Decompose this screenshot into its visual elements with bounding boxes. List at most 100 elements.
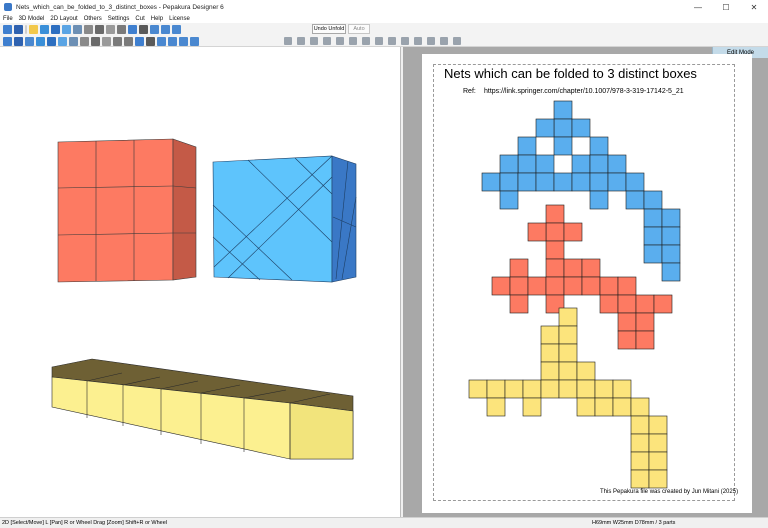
align-left-icon[interactable] (284, 37, 292, 45)
yellow-net-face[interactable] (522, 379, 542, 399)
ungroup-icon[interactable] (427, 37, 435, 45)
arrange-icon[interactable] (146, 37, 155, 46)
blue-net-face[interactable] (589, 172, 609, 192)
auto-button[interactable]: Auto (348, 24, 370, 34)
yellow-net-face[interactable] (558, 325, 578, 345)
close-button[interactable]: ✕ (740, 0, 768, 14)
yellow-net-face[interactable] (648, 415, 668, 435)
align-center-icon[interactable] (297, 37, 305, 45)
menu-2d-layout[interactable]: 2D Layout (50, 16, 77, 22)
blue-net-face[interactable] (553, 100, 573, 120)
blue-net-face[interactable] (553, 172, 573, 192)
cube-icon[interactable] (51, 25, 60, 34)
frame-icon[interactable] (172, 25, 181, 34)
align-middle-icon[interactable] (336, 37, 344, 45)
yellow-net-face[interactable] (594, 379, 614, 399)
flap-icon[interactable] (91, 37, 100, 46)
blue-net-face[interactable] (661, 226, 681, 246)
red-net-face[interactable] (527, 222, 547, 242)
blue-net-face[interactable] (661, 262, 681, 282)
blue-net[interactable] (481, 100, 681, 282)
blue-net-face[interactable] (661, 208, 681, 228)
yellow-net-face[interactable] (486, 379, 506, 399)
red-net-face[interactable] (599, 276, 619, 296)
face-icon[interactable] (47, 37, 56, 46)
blue-net-face[interactable] (499, 172, 519, 192)
nets-canvas[interactable] (403, 47, 768, 517)
red-net-face[interactable] (509, 276, 529, 296)
red-net-face[interactable] (617, 276, 637, 296)
maximize-button[interactable]: ☐ (712, 0, 740, 14)
align-bottom-icon[interactable] (349, 37, 357, 45)
yellow-net-face[interactable] (576, 379, 596, 399)
yellow-net-face[interactable] (540, 379, 560, 399)
search-icon[interactable] (25, 37, 34, 46)
save-icon[interactable] (14, 25, 23, 34)
red-net-face[interactable] (509, 258, 529, 278)
zoom-fit-icon[interactable] (453, 37, 461, 45)
menu-3d-model[interactable]: 3D Model (19, 16, 45, 22)
yellow-box-3d[interactable] (51, 358, 354, 460)
red-net-face[interactable] (527, 276, 547, 296)
grid-icon[interactable] (117, 25, 126, 34)
texture-icon[interactable] (62, 25, 71, 34)
menu-license[interactable]: License (169, 16, 190, 22)
mirror-icon[interactable] (102, 37, 111, 46)
red-net-face[interactable] (635, 294, 655, 314)
undo-icon[interactable] (113, 37, 122, 46)
red-net-face[interactable] (545, 276, 565, 296)
minimize-button[interactable]: — (684, 0, 712, 14)
text-icon[interactable] (69, 37, 78, 46)
undo-unfold-button[interactable]: Undo Unfold (312, 24, 346, 34)
red-net-face[interactable] (491, 276, 511, 296)
red-net-face[interactable] (581, 276, 601, 296)
export-icon[interactable] (179, 37, 188, 46)
yellow-net-face[interactable] (630, 397, 650, 417)
red-net-face[interactable] (545, 204, 565, 224)
group-icon[interactable] (414, 37, 422, 45)
layer-icon[interactable] (95, 25, 104, 34)
yellow-net-face[interactable] (630, 433, 650, 453)
blue-net-face[interactable] (571, 154, 591, 174)
menu-file[interactable]: File (3, 16, 13, 22)
image-icon[interactable] (80, 37, 89, 46)
zoom-icon[interactable] (161, 25, 170, 34)
yellow-net-face[interactable] (558, 343, 578, 363)
blue-net-face[interactable] (607, 154, 627, 174)
yellow-net-face[interactable] (504, 379, 524, 399)
red-net-face[interactable] (545, 240, 565, 260)
red-net-face[interactable] (617, 330, 637, 350)
yellow-net-face[interactable] (522, 397, 542, 417)
open-icon[interactable] (3, 25, 12, 34)
blue-net-face[interactable] (535, 172, 555, 192)
distribute-icon[interactable] (362, 37, 370, 45)
fit-page-icon[interactable] (440, 37, 448, 45)
yellow-net-face[interactable] (540, 361, 560, 381)
yellow-net-face[interactable] (540, 343, 560, 363)
unfold-all-icon[interactable] (135, 37, 144, 46)
unfold-icon[interactable] (40, 25, 49, 34)
blue-net-face[interactable] (517, 172, 537, 192)
rotate-icon[interactable] (73, 25, 82, 34)
yellow-net-face[interactable] (648, 433, 668, 453)
move-icon[interactable] (3, 37, 12, 46)
blue-net-face[interactable] (553, 136, 573, 156)
yellow-net-face[interactable] (630, 469, 650, 489)
menu-settings[interactable]: Settings (108, 16, 130, 22)
red-net-face[interactable] (653, 294, 673, 314)
blue-net-face[interactable] (499, 154, 519, 174)
yellow-net-face[interactable] (630, 415, 650, 435)
axis-icon[interactable] (106, 25, 115, 34)
yellow-net-face[interactable] (576, 361, 596, 381)
menu-help[interactable]: Help (151, 16, 163, 22)
yellow-net-face[interactable] (540, 325, 560, 345)
yellow-net-face[interactable] (558, 307, 578, 327)
blue-net-face[interactable] (589, 136, 609, 156)
red-net-face[interactable] (545, 258, 565, 278)
settings-icon[interactable] (139, 25, 148, 34)
red-net-face[interactable] (617, 294, 637, 314)
red-net-face[interactable] (617, 312, 637, 332)
yellow-net-face[interactable] (612, 379, 632, 399)
blue-net-face[interactable] (481, 172, 501, 192)
yellow-net-face[interactable] (486, 397, 506, 417)
